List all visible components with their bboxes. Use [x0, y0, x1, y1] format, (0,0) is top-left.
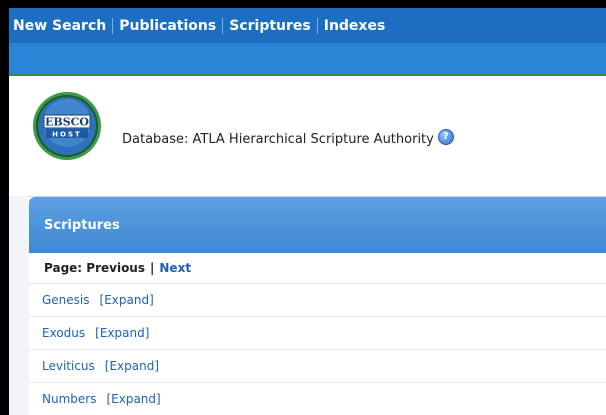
- database-title: Database: ATLA Hierarchical Scripture Au…: [122, 129, 454, 147]
- toolbar-band: [9, 43, 606, 74]
- nav-new-search[interactable]: New Search: [9, 18, 112, 34]
- database-header: EBSCO HOST Database: ATLA Hierarchical S…: [9, 76, 606, 196]
- database-label: Database: ATLA Hierarchical Scripture Au…: [122, 132, 434, 147]
- list-item: Exodus [Expand]: [29, 317, 606, 350]
- list-item: Leviticus [Expand]: [29, 350, 606, 383]
- panel-header: Scriptures: [29, 197, 606, 253]
- top-navigation: New Search Publications Scriptures Index…: [9, 8, 606, 43]
- list-item: Numbers [Expand]: [29, 383, 606, 415]
- logo-text-top: EBSCO: [45, 116, 89, 129]
- ebscohost-logo[interactable]: EBSCO HOST: [32, 91, 102, 161]
- browser-page: New Search Publications Scriptures Index…: [9, 8, 606, 415]
- nav-scriptures[interactable]: Scriptures: [222, 17, 317, 34]
- help-icon[interactable]: ?: [437, 129, 454, 145]
- pager-previous: Page: Previous: [44, 261, 145, 275]
- pager-separator: |: [150, 261, 155, 275]
- nav-publications[interactable]: Publications: [112, 17, 222, 34]
- expand-link-exodus[interactable]: [Expand]: [95, 326, 149, 340]
- scripture-link-exodus[interactable]: Exodus: [42, 326, 85, 340]
- scriptures-panel: Scriptures Page: Previous | Next Genesis…: [29, 196, 606, 415]
- expand-link-leviticus[interactable]: [Expand]: [105, 359, 159, 373]
- panel-title: Scriptures: [44, 217, 120, 233]
- scripture-link-genesis[interactable]: Genesis: [42, 293, 90, 307]
- pager-next-link[interactable]: Next: [159, 261, 191, 275]
- left-gutter: [9, 196, 30, 415]
- nav-indexes[interactable]: Indexes: [316, 17, 392, 34]
- list-item: Genesis [Expand]: [29, 284, 606, 317]
- expand-link-numbers[interactable]: [Expand]: [106, 392, 160, 406]
- logo-text-bottom: HOST: [52, 131, 82, 139]
- expand-link-genesis[interactable]: [Expand]: [100, 293, 154, 307]
- scripture-link-leviticus[interactable]: Leviticus: [42, 359, 95, 373]
- scripture-link-numbers[interactable]: Numbers: [42, 392, 96, 406]
- pager: Page: Previous | Next: [29, 253, 606, 284]
